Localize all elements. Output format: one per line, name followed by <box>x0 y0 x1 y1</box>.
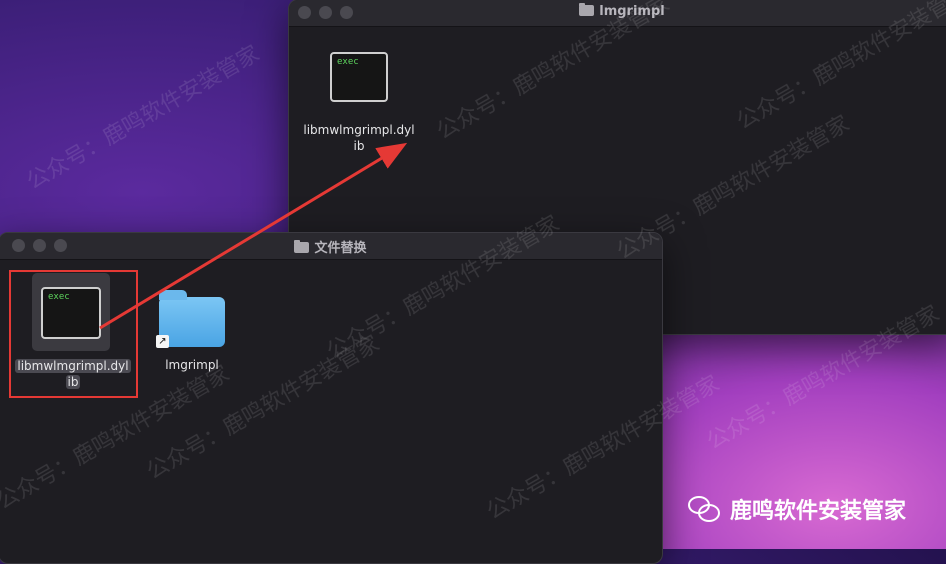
annotation-arrow <box>99 142 408 330</box>
wechat-icon <box>688 496 720 522</box>
brand-badge: 鹿鸣软件安装管家 <box>688 493 906 525</box>
brand-name: 鹿鸣软件安装管家 <box>730 499 907 524</box>
